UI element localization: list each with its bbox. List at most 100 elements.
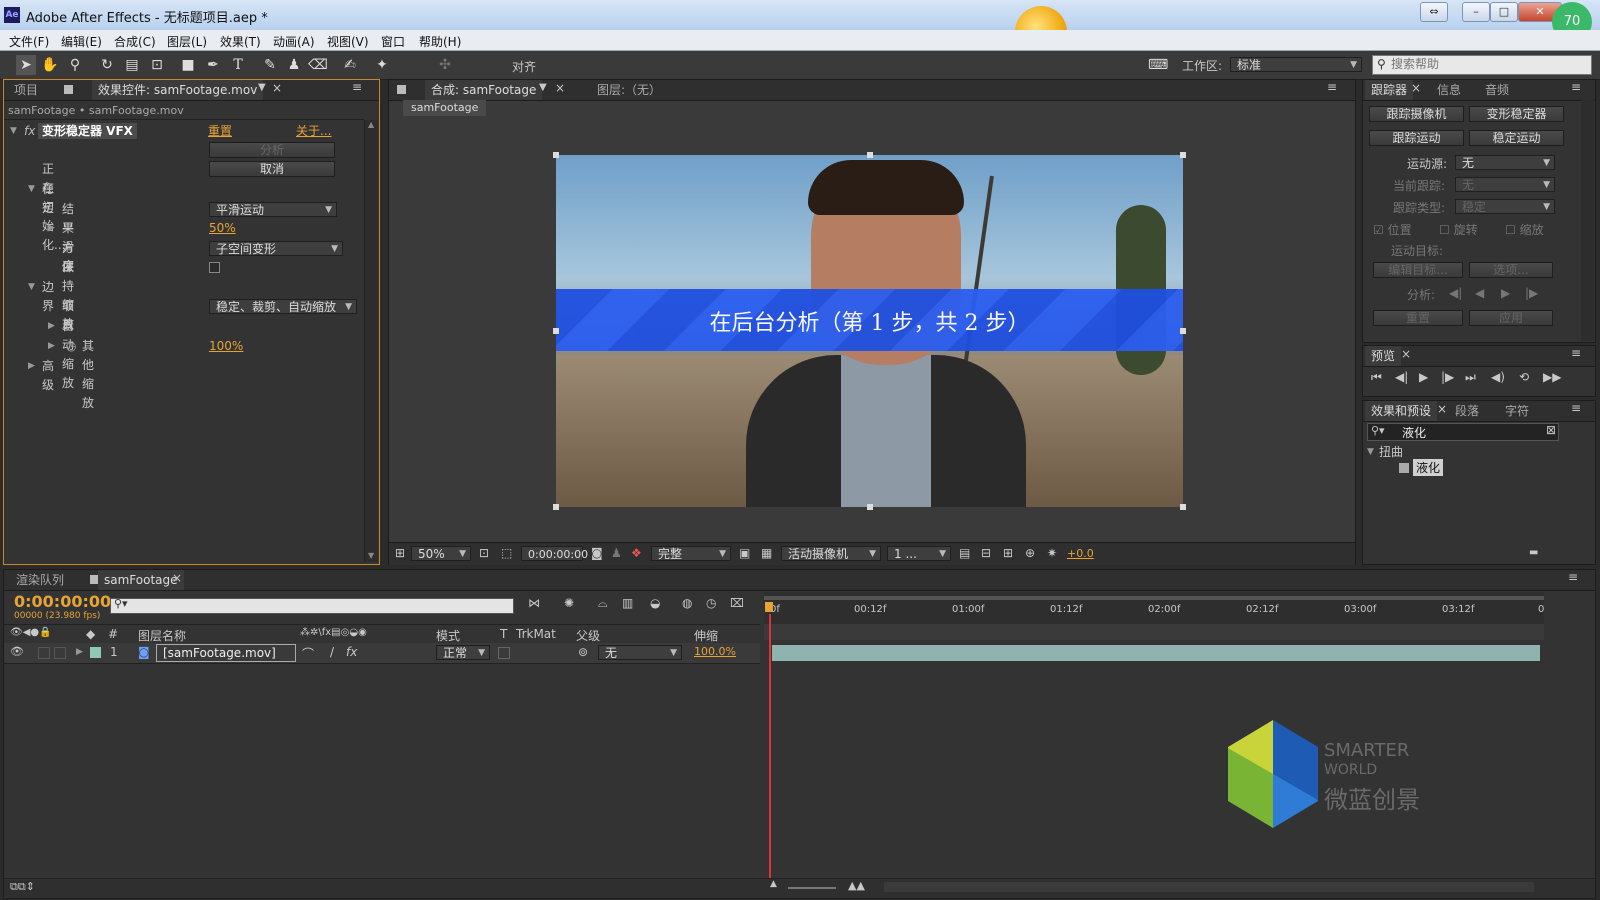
tab-layer[interactable]: 图层:（无） <box>591 80 667 100</box>
always-preview-icon[interactable]: ⊞ <box>395 546 405 560</box>
tab-audio[interactable]: 音频 <box>1479 80 1515 100</box>
handle-bottom-right[interactable] <box>1180 504 1186 510</box>
next-frame-icon[interactable]: |▶ <box>1441 370 1454 384</box>
comp-panel-menu-icon[interactable]: ≡ <box>1327 80 1337 94</box>
fast-preview-icon[interactable]: ▣ <box>739 546 750 560</box>
tracker-reset-button[interactable]: 重置 <box>1373 310 1463 326</box>
preview-tab-close-icon[interactable]: × <box>1401 347 1411 361</box>
tab-timeline-samfootage[interactable]: samFootage <box>98 570 184 590</box>
edit-target-button[interactable]: 编辑目标... <box>1373 262 1463 278</box>
zoom-select[interactable]: 50% ▼ <box>411 546 471 561</box>
zoom-in-icon[interactable]: ▲▲ <box>848 879 865 892</box>
comp-mini-flowchart-icon[interactable]: ⋈ <box>528 596 540 610</box>
layer-preserve-transparency[interactable] <box>498 647 510 659</box>
options-button[interactable]: 选项... <box>1469 262 1553 278</box>
timeline-icon[interactable]: ⊟ <box>981 546 991 560</box>
panel-lock-icon[interactable] <box>64 85 73 94</box>
layer-mode-select[interactable]: 正常 ▼ <box>436 645 490 660</box>
current-track-select[interactable]: 无 ▼ <box>1455 177 1555 192</box>
effect-reset-link[interactable]: 重置 <box>208 122 232 141</box>
layer-quality-icon[interactable]: / <box>330 645 334 659</box>
handle-bottom-mid[interactable] <box>867 504 873 510</box>
layer-solo-toggle[interactable] <box>54 647 66 659</box>
analyze-back-icon[interactable]: ◀| <box>1449 286 1462 300</box>
comp-breadcrumb-chip[interactable]: samFootage <box>403 100 487 116</box>
clone-stamp-tool-icon[interactable]: ♟ <box>284 55 304 75</box>
keep-scale-checkbox[interactable] <box>209 262 220 273</box>
menu-composition[interactable]: 合成(C) <box>114 33 156 50</box>
first-frame-icon[interactable]: ⏮ <box>1371 370 1382 385</box>
camera-select[interactable]: 活动摄像机 ▼ <box>781 546 881 561</box>
shy-icon[interactable]: ▥ <box>622 596 633 610</box>
tab-character[interactable]: 字符 <box>1499 401 1535 421</box>
result-select[interactable]: 平滑运动 ▼ <box>209 202 337 217</box>
effects-category-distort[interactable]: 扭曲 <box>1379 443 1403 460</box>
transparency-grid-icon[interactable]: ▦ <box>761 546 772 560</box>
menu-animation[interactable]: 动画(A) <box>273 33 315 50</box>
timeline-timecode[interactable]: 0:00:00:00 <box>14 592 111 611</box>
framing-select[interactable]: 稳定、裁剪、自动缩放 ▼ <box>209 299 357 314</box>
comp-timecode-field[interactable]: 0:00:00:00 <box>521 546 588 561</box>
effects-tab-close-icon[interactable]: × <box>1437 402 1447 416</box>
col-layer-name[interactable]: 图层名称 <box>138 627 186 644</box>
scroll-down-icon[interactable]: ▼ <box>368 551 374 560</box>
menu-window[interactable]: 窗口 <box>381 33 405 50</box>
workspace-select[interactable]: 标准 ▼ <box>1230 57 1362 72</box>
comp-tab-dropdown-icon[interactable]: ▼ <box>539 82 547 93</box>
track-camera-button[interactable]: 跟踪摄像机 <box>1369 106 1464 122</box>
tab-paragraph[interactable]: 段落 <box>1449 401 1485 421</box>
timeline-horizontal-scrollbar[interactable] <box>884 882 1534 892</box>
rotation-checkbox-label[interactable]: ☐ 旋转 <box>1439 221 1478 238</box>
auto-scale-triangle-icon[interactable]: ▶ <box>48 317 55 336</box>
last-frame-icon[interactable]: ⏭ <box>1465 370 1476 385</box>
layer-row-1[interactable]: 👁 ▶ 1 ◙ [samFootage.mov] ⌒ / fx 正常 ▼ ⊚ 无 ▼… <box>4 643 760 664</box>
position-checkbox-label[interactable]: ☑ 位置 <box>1373 221 1412 238</box>
stabilize-triangle-icon[interactable]: ▼ <box>28 180 35 199</box>
tab-dropdown-icon[interactable]: ▼ <box>258 82 266 93</box>
tab-tracker[interactable]: 跟踪器 <box>1365 80 1414 100</box>
handle-mid-right[interactable] <box>1180 328 1186 334</box>
puppet-pin-tool-icon[interactable]: ✦ <box>372 55 392 75</box>
category-triangle-icon[interactable]: ▼ <box>1367 447 1374 457</box>
panel-menu-icon[interactable]: ≡ <box>352 80 362 94</box>
menu-edit[interactable]: 编辑(E) <box>61 33 102 50</box>
timeline-panel-menu-icon[interactable]: ≡ <box>1568 570 1578 584</box>
handle-top-right[interactable] <box>1180 152 1186 158</box>
borders-triangle-icon[interactable]: ▼ <box>28 278 35 297</box>
loop-icon[interactable]: ⟲ <box>1519 370 1529 384</box>
channel-icon[interactable]: ❖ <box>631 546 642 560</box>
menu-effect[interactable]: 效果(T) <box>220 33 261 50</box>
scale-checkbox-label[interactable]: ☐ 缩放 <box>1505 221 1544 238</box>
restore-layout-button[interactable]: ⇔ <box>1420 2 1448 22</box>
timeline-tab-close-icon[interactable]: × <box>172 571 182 585</box>
ram-preview-icon[interactable]: ▶▶ <box>1543 370 1561 384</box>
tab-preview[interactable]: 预览 <box>1365 346 1402 366</box>
handle-mid-left[interactable] <box>553 328 559 334</box>
tracker-scrollbar[interactable] <box>1581 100 1594 341</box>
handle-bottom-left[interactable] <box>553 504 559 510</box>
smoothness-value[interactable]: 50% <box>209 219 236 238</box>
track-type-select[interactable]: 稳定 ▼ <box>1455 199 1555 214</box>
scroll-up-icon[interactable]: ▲ <box>368 120 374 129</box>
menu-view[interactable]: 视图(V) <box>327 33 369 50</box>
effect-controls-scrollbar[interactable]: ▲ ▼ <box>364 120 378 562</box>
toggle-pixel-icon[interactable]: ▤ <box>959 546 970 560</box>
workspace-icon[interactable]: ⌨ <box>1148 55 1168 75</box>
layer-stretch-value[interactable]: 100.0% <box>694 645 736 658</box>
advanced-triangle-icon[interactable]: ▶ <box>28 357 35 376</box>
av-features-icon[interactable]: 👁◀●🔒 <box>10 627 52 638</box>
zoom-out-icon[interactable]: ▲ <box>770 879 777 889</box>
rectangle-tool-icon[interactable]: ■ <box>178 55 198 75</box>
timeline-zoom-toggle[interactable] <box>1544 624 1557 640</box>
effects-panel-menu-icon[interactable]: ≡ <box>1571 401 1581 415</box>
maximize-button[interactable]: □ <box>1490 2 1518 22</box>
mute-audio-icon[interactable]: ◀) <box>1491 370 1505 384</box>
camera-tool-icon[interactable]: ▤ <box>122 55 142 75</box>
tab-composition[interactable]: 合成: samFootage <box>425 80 543 100</box>
current-time-indicator-head[interactable] <box>765 602 773 612</box>
resolution-grid-icon[interactable]: ⊡ <box>479 546 489 560</box>
work-area-bar[interactable] <box>764 596 1544 600</box>
tracker-panel-menu-icon[interactable]: ≡ <box>1571 80 1581 94</box>
effects-search-clear-icon[interactable]: ⊠ <box>1546 423 1556 437</box>
analyze-button[interactable]: 分析 <box>209 142 335 158</box>
